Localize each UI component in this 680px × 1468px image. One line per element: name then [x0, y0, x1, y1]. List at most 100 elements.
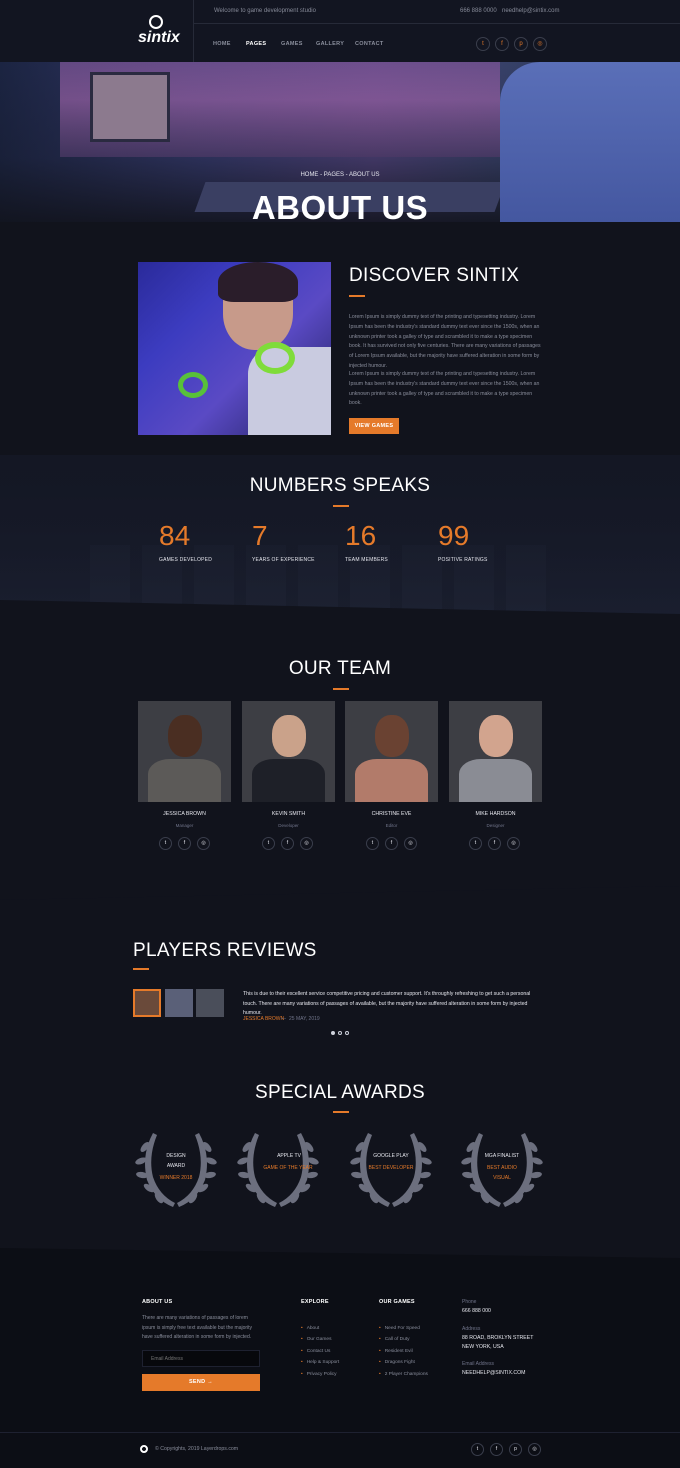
team-member-name: CHRISTINE EVE — [371, 811, 412, 817]
review-quote: This is due to their excellent service c… — [243, 991, 531, 1017]
facebook-icon[interactable]: f — [281, 837, 294, 850]
breadcrumb: HOME - PAGES - ABOUT US — [300, 172, 380, 178]
footer-link[interactable]: Privacy Policy — [301, 1372, 339, 1383]
numbers-title: NUMBERS SPEAKS — [249, 475, 431, 496]
footer-address: 88 ROAD, BROKLYN STREET NEW YORK, USA — [462, 1335, 534, 1350]
team-section — [0, 600, 680, 900]
review-author: JESSICA BROWN — [243, 1016, 285, 1022]
facebook-icon[interactable]: f — [178, 837, 191, 850]
footer-link[interactable]: Dragons Fight — [379, 1360, 428, 1371]
nav-pages[interactable]: PAGES — [246, 41, 266, 47]
team-member-name: MIKE HARDSON — [475, 811, 516, 817]
instagram-icon[interactable]: ◎ — [528, 1443, 541, 1456]
award-highlight: BEST AUDIO VISUAL — [487, 1165, 517, 1181]
footer-link[interactable]: Call of Duty — [379, 1337, 428, 1348]
award-highlight: WINNER 2018 — [159, 1175, 193, 1181]
footer-explore-list: About Our Games Contact Us Help & Suppor… — [301, 1326, 340, 1383]
stat-label: GAMES DEVELOPED — [159, 557, 213, 563]
team-photo[interactable] — [345, 701, 438, 802]
send-button[interactable]: SEND → — [142, 1374, 260, 1391]
nav-games[interactable]: GAMES — [281, 41, 303, 47]
footer-link[interactable]: About — [301, 1326, 339, 1337]
title-underline — [349, 295, 365, 297]
discover-image — [138, 262, 331, 435]
team-member-name: JESSICA BROWN — [163, 811, 206, 817]
title-underline — [333, 1111, 349, 1113]
newsletter-email-input[interactable] — [142, 1350, 260, 1367]
stat-label: YEARS OF EXPERIENCE — [252, 557, 315, 563]
carousel-dot[interactable] — [338, 1031, 342, 1035]
twitter-icon[interactable]: t — [159, 837, 172, 850]
footer-link[interactable]: Our Games — [301, 1337, 339, 1348]
twitter-icon[interactable]: t — [471, 1443, 484, 1456]
logo[interactable]: sintix — [122, 0, 194, 62]
footer-link[interactable]: Need For Speed — [379, 1326, 428, 1337]
discover-title: DISCOVER SINTIX — [349, 265, 520, 286]
team-photo[interactable] — [138, 701, 231, 802]
top-bar: Welcome to game development studio 666 8… — [194, 0, 680, 24]
footer-phone[interactable]: 666 888 000 — [462, 1307, 491, 1316]
twitter-icon[interactable]: t — [476, 37, 490, 51]
team-member-role: Editor — [385, 823, 398, 828]
pinterest-icon[interactable]: p — [514, 37, 528, 51]
brand-name: sintix — [138, 29, 180, 46]
stat-label: POSITIVE RATINGS — [438, 557, 488, 563]
instagram-icon[interactable]: ◎ — [197, 837, 210, 850]
instagram-icon[interactable]: ◎ — [533, 37, 547, 51]
footer-address-label: Address — [462, 1326, 481, 1332]
copyright: © Copyrights, 2019 Layerdrops.com — [155, 1446, 239, 1452]
stat-value: 7 — [252, 520, 268, 551]
title-underline — [333, 505, 349, 507]
view-games-button[interactable]: VIEW GAMES — [349, 418, 399, 434]
twitter-icon[interactable]: t — [469, 837, 482, 850]
stat-value: 84 — [159, 520, 191, 551]
stat-label: TEAM MEMBERS — [345, 557, 388, 563]
team-member-role: Developer — [278, 823, 299, 828]
nav-gallery[interactable]: GALLERY — [316, 41, 344, 47]
carousel-dot[interactable] — [345, 1031, 349, 1035]
team-photo[interactable] — [242, 701, 335, 802]
header-email[interactable]: needhelp@sintix.com — [502, 8, 559, 14]
stat-value: 16 — [345, 520, 377, 551]
footer-games-list: Need For Speed Call of Duty Resident Evi… — [379, 1326, 428, 1383]
title-underline — [333, 688, 349, 690]
team-title: OUR TEAM — [288, 658, 392, 679]
footer-link[interactable]: Contact Us — [301, 1349, 339, 1360]
instagram-icon[interactable]: ◎ — [507, 837, 520, 850]
award-name: GOOGLE PLAY — [373, 1153, 409, 1159]
carousel-dot-active[interactable] — [331, 1031, 335, 1035]
award-name: MGA FINALIST — [484, 1153, 520, 1159]
instagram-icon[interactable]: ◎ — [300, 837, 313, 850]
nav-contact[interactable]: CONTACT — [355, 41, 384, 47]
nav-home[interactable]: HOME — [213, 41, 231, 47]
twitter-icon[interactable]: t — [262, 837, 275, 850]
award-highlight: BEST DEVELOPER — [368, 1165, 414, 1171]
title-underline — [133, 968, 149, 970]
reviews-title: PLAYERS REVIEWS — [133, 940, 317, 961]
twitter-icon[interactable]: t — [366, 837, 379, 850]
header-phone[interactable]: 666 888 0000 — [460, 8, 497, 14]
facebook-icon[interactable]: f — [385, 837, 398, 850]
facebook-icon[interactable]: f — [490, 1443, 503, 1456]
award-name: AWARD — [166, 1163, 186, 1169]
team-member-name: KEVIN SMITH — [271, 811, 306, 817]
welcome-text: Welcome to game development studio — [214, 8, 316, 14]
reviewer-avatar[interactable] — [133, 989, 161, 1017]
reviewer-avatar[interactable] — [196, 989, 224, 1017]
facebook-icon[interactable]: f — [495, 37, 509, 51]
site-header: sintix Welcome to game development studi… — [0, 0, 680, 62]
site-footer — [0, 1248, 680, 1468]
hero-banner: HOME - PAGES - ABOUT US ABOUT US — [0, 62, 680, 222]
footer-email[interactable]: NEEDHELP@SINTIX.COM — [462, 1369, 526, 1378]
footer-link[interactable]: Help & Support — [301, 1360, 340, 1371]
awards-title: SPECIAL AWARDS — [255, 1082, 425, 1103]
footer-link[interactable]: 2 Player Champions — [379, 1372, 428, 1383]
pinterest-icon[interactable]: p — [509, 1443, 522, 1456]
send-label: SEND — [188, 1379, 206, 1385]
instagram-icon[interactable]: ◎ — [404, 837, 417, 850]
reviewer-avatar[interactable] — [165, 989, 193, 1017]
footer-link[interactable]: Resident Evil — [379, 1349, 428, 1360]
award-highlight: GAME OF THE YEAR — [263, 1165, 313, 1171]
facebook-icon[interactable]: f — [488, 837, 501, 850]
team-photo[interactable] — [449, 701, 542, 802]
